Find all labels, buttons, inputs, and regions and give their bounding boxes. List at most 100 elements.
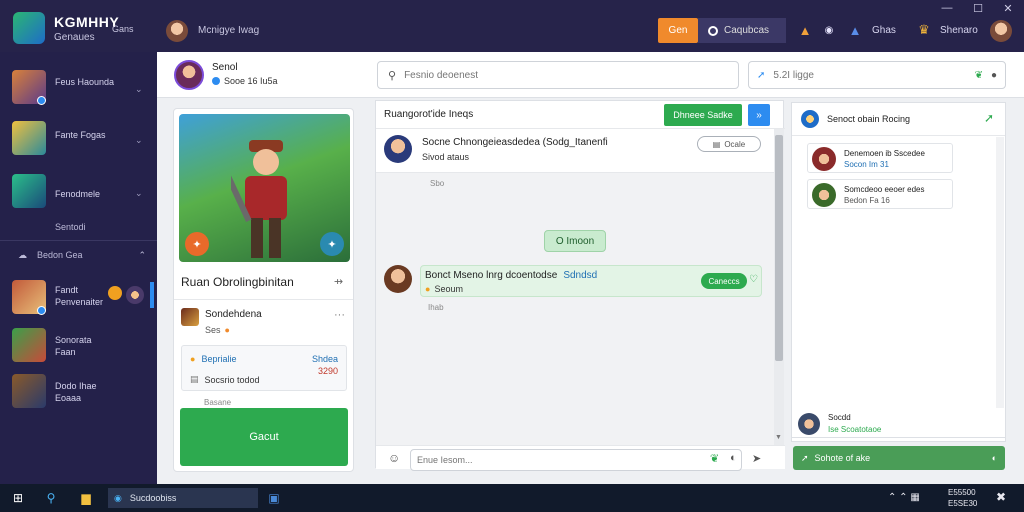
sidebar-item-label: Fandt Penvenaiter [55, 285, 104, 307]
message-input[interactable] [410, 449, 742, 471]
panel-scrollbar[interactable] [996, 137, 1004, 437]
sidebar-item-2[interactable]: Fante Fogas ⌄ [0, 115, 157, 165]
clock-date: E5SE30 [948, 499, 978, 508]
more-icon[interactable]: ··· [334, 309, 345, 321]
gem-icon[interactable]: ▲ [845, 18, 865, 42]
minimize-button[interactable]: — [940, 2, 954, 14]
sidebar-item-3[interactable]: Fenodmele ⌄ [0, 170, 157, 220]
start-icon[interactable]: ⊞ [8, 488, 28, 508]
section-header[interactable]: ☁ Bedon Gea ⌃ [18, 250, 146, 261]
folder-icon[interactable]: ▆ [76, 488, 96, 508]
sidebar-item-1[interactable]: Feus Haounda ⌄ [0, 62, 157, 112]
profile-avatar[interactable] [174, 60, 204, 90]
leaf-icon[interactable]: ❦ [710, 452, 719, 465]
scroll-down-icon[interactable]: ▼ [775, 434, 782, 441]
hero-image: ✦ ✦ [179, 114, 350, 262]
clock-time: E55500 [948, 488, 976, 497]
dark-button-label: Caqubcas [724, 25, 770, 36]
user-avatar[interactable] [166, 20, 188, 42]
message-sub: ● Seoum [425, 284, 463, 294]
maximize-button[interactable]: ☐ [971, 2, 985, 15]
scrollbar[interactable]: ▼ [774, 129, 784, 445]
chat-icon[interactable]: ● [991, 70, 997, 81]
dark-button[interactable]: Caqubcas [698, 18, 786, 43]
info-row: ● Beprialie [190, 354, 236, 364]
user-name[interactable]: Mcnigye Iwag [198, 25, 259, 36]
fire-icon[interactable]: ▲ [795, 18, 815, 42]
message-pill[interactable]: Caneccs [701, 273, 747, 289]
sidebar-item-label: Fenodmele [55, 189, 101, 199]
fire-icon[interactable]: ✦ [185, 232, 209, 256]
chevron-down-icon[interactable]: ⌄ [135, 188, 143, 199]
message-author: Socne Chnongeieasdedea (Sodg_Itanenfi [422, 137, 608, 148]
secondary-input[interactable] [773, 69, 964, 81]
sidebar-game-2[interactable]: Sonorata Faan [0, 324, 157, 374]
avatar [384, 265, 412, 293]
panel-title: Senoct obain Rocing [827, 114, 911, 124]
avatar [812, 183, 836, 207]
info-label: Beprialie [201, 354, 237, 364]
info-value: 3290 [317, 366, 338, 376]
info-row: ▤ Socsrio todod [190, 374, 260, 385]
chat-action-button[interactable]: Dhneee Sadke [664, 104, 742, 126]
sidebar-item-label: Fante Fogas [55, 130, 106, 140]
link-ghas[interactable]: Ghas [872, 25, 896, 36]
clock-icon[interactable]: ◉ [822, 22, 836, 38]
tray-icons[interactable]: ⌃ ⌃ ▦ [888, 492, 920, 503]
sidebar-game-1[interactable]: Fandt Penvenaiter [0, 274, 157, 324]
trophy-icon[interactable]: ♛ [914, 18, 934, 42]
cloud-icon: ☁ [18, 250, 27, 260]
footer-name: Socdd [828, 413, 851, 422]
chevron-down-icon[interactable]: ⌄ [135, 84, 143, 95]
taskbar-app[interactable]: ◉ Sucdoobiss [108, 488, 258, 508]
window-icon[interactable]: ▣ [264, 488, 284, 508]
share-icon[interactable]: ⇸ [334, 275, 343, 288]
chevron-down-icon[interactable]: ⌄ [135, 135, 143, 146]
send-icon[interactable]: ➤ [752, 452, 761, 465]
taskbar: ⊞ ⚲ ▆ ◉ Sucdoobiss ▣ ⌃ ⌃ ▦ E55500 E5SE30… [0, 484, 1024, 512]
avatar [798, 413, 820, 435]
info-value: Shdea [311, 354, 338, 364]
link-shenaro[interactable]: Shenaro [940, 25, 978, 36]
sticker-icon[interactable]: ◐ [730, 452, 737, 464]
info-label: Socsrio todod [204, 374, 260, 385]
chat-message[interactable]: Bonct Mseno lnrg dcoentodse Sdndsd ● Seo… [420, 265, 762, 297]
search-box[interactable]: ⚲ [377, 61, 739, 89]
coin-icon: ● [425, 284, 431, 294]
notification-icon[interactable]: ✖ [996, 490, 1006, 504]
pinned-message[interactable]: Socne Chnongeieasdedea (Sodg_Itanenfi Si… [376, 129, 774, 173]
game-thumbnail [12, 374, 46, 408]
sidebar-game-3[interactable]: Dodo Ihae Eoaaa [0, 372, 157, 422]
search-icon[interactable]: ⚲ [42, 488, 60, 508]
leaf-icon[interactable]: ❦ [975, 70, 983, 81]
orange-button[interactable]: Gen [658, 18, 698, 43]
emoji-icon[interactable]: ☺ [388, 451, 400, 465]
chat-body: Sbo O Imoon Bonct Mseno lnrg dcoentodse … [376, 173, 774, 445]
profile-card: ✦ ✦ Ruan Obrolingbinitan ⇸ Sondehdena Se… [173, 108, 354, 472]
message-pill[interactable]: ▤ Ocale [697, 136, 761, 152]
secondary-input-box[interactable]: ➚ ❦ ● [748, 61, 1006, 89]
chevron-up-icon: ⌃ [138, 250, 146, 260]
profile-status: Sooe 16 Iu5a [212, 76, 278, 86]
sidebar-item-label: Dodo Ihae Eoaaa [55, 381, 97, 403]
message-text: Bonct Mseno lnrg dcoentodse Sdndsd [425, 270, 597, 281]
right-action-button[interactable]: ➚ Sohote of ake ◐ [793, 446, 1005, 470]
badge-icon[interactable]: ✦ [320, 232, 344, 256]
game-sub-text: Ses [205, 325, 221, 335]
ranking-card[interactable]: Denemoen ib Sscedee Socon Im 31 [807, 143, 953, 173]
divider [174, 299, 353, 300]
primary-action-button[interactable]: Gacut [180, 408, 348, 466]
game-sub: Ses ● [205, 325, 230, 335]
heart-icon[interactable]: ♡ [749, 274, 758, 285]
message-author: Bonct Mseno lnrg dcoentodse [425, 270, 558, 281]
search-input[interactable] [404, 69, 705, 81]
expand-button[interactable]: » [748, 104, 770, 126]
scrollbar-thumb[interactable] [775, 135, 783, 361]
ranking-card[interactable]: Somcdeoo eeoer edes Bedon Fa 16 [807, 179, 953, 209]
online-icon [212, 77, 220, 85]
profile-avatar[interactable] [990, 20, 1012, 42]
close-button[interactable]: ✕ [1001, 2, 1015, 15]
record-icon [708, 25, 718, 36]
arrow-icon[interactable]: ➚ [984, 111, 994, 125]
active-indicator [150, 282, 154, 308]
